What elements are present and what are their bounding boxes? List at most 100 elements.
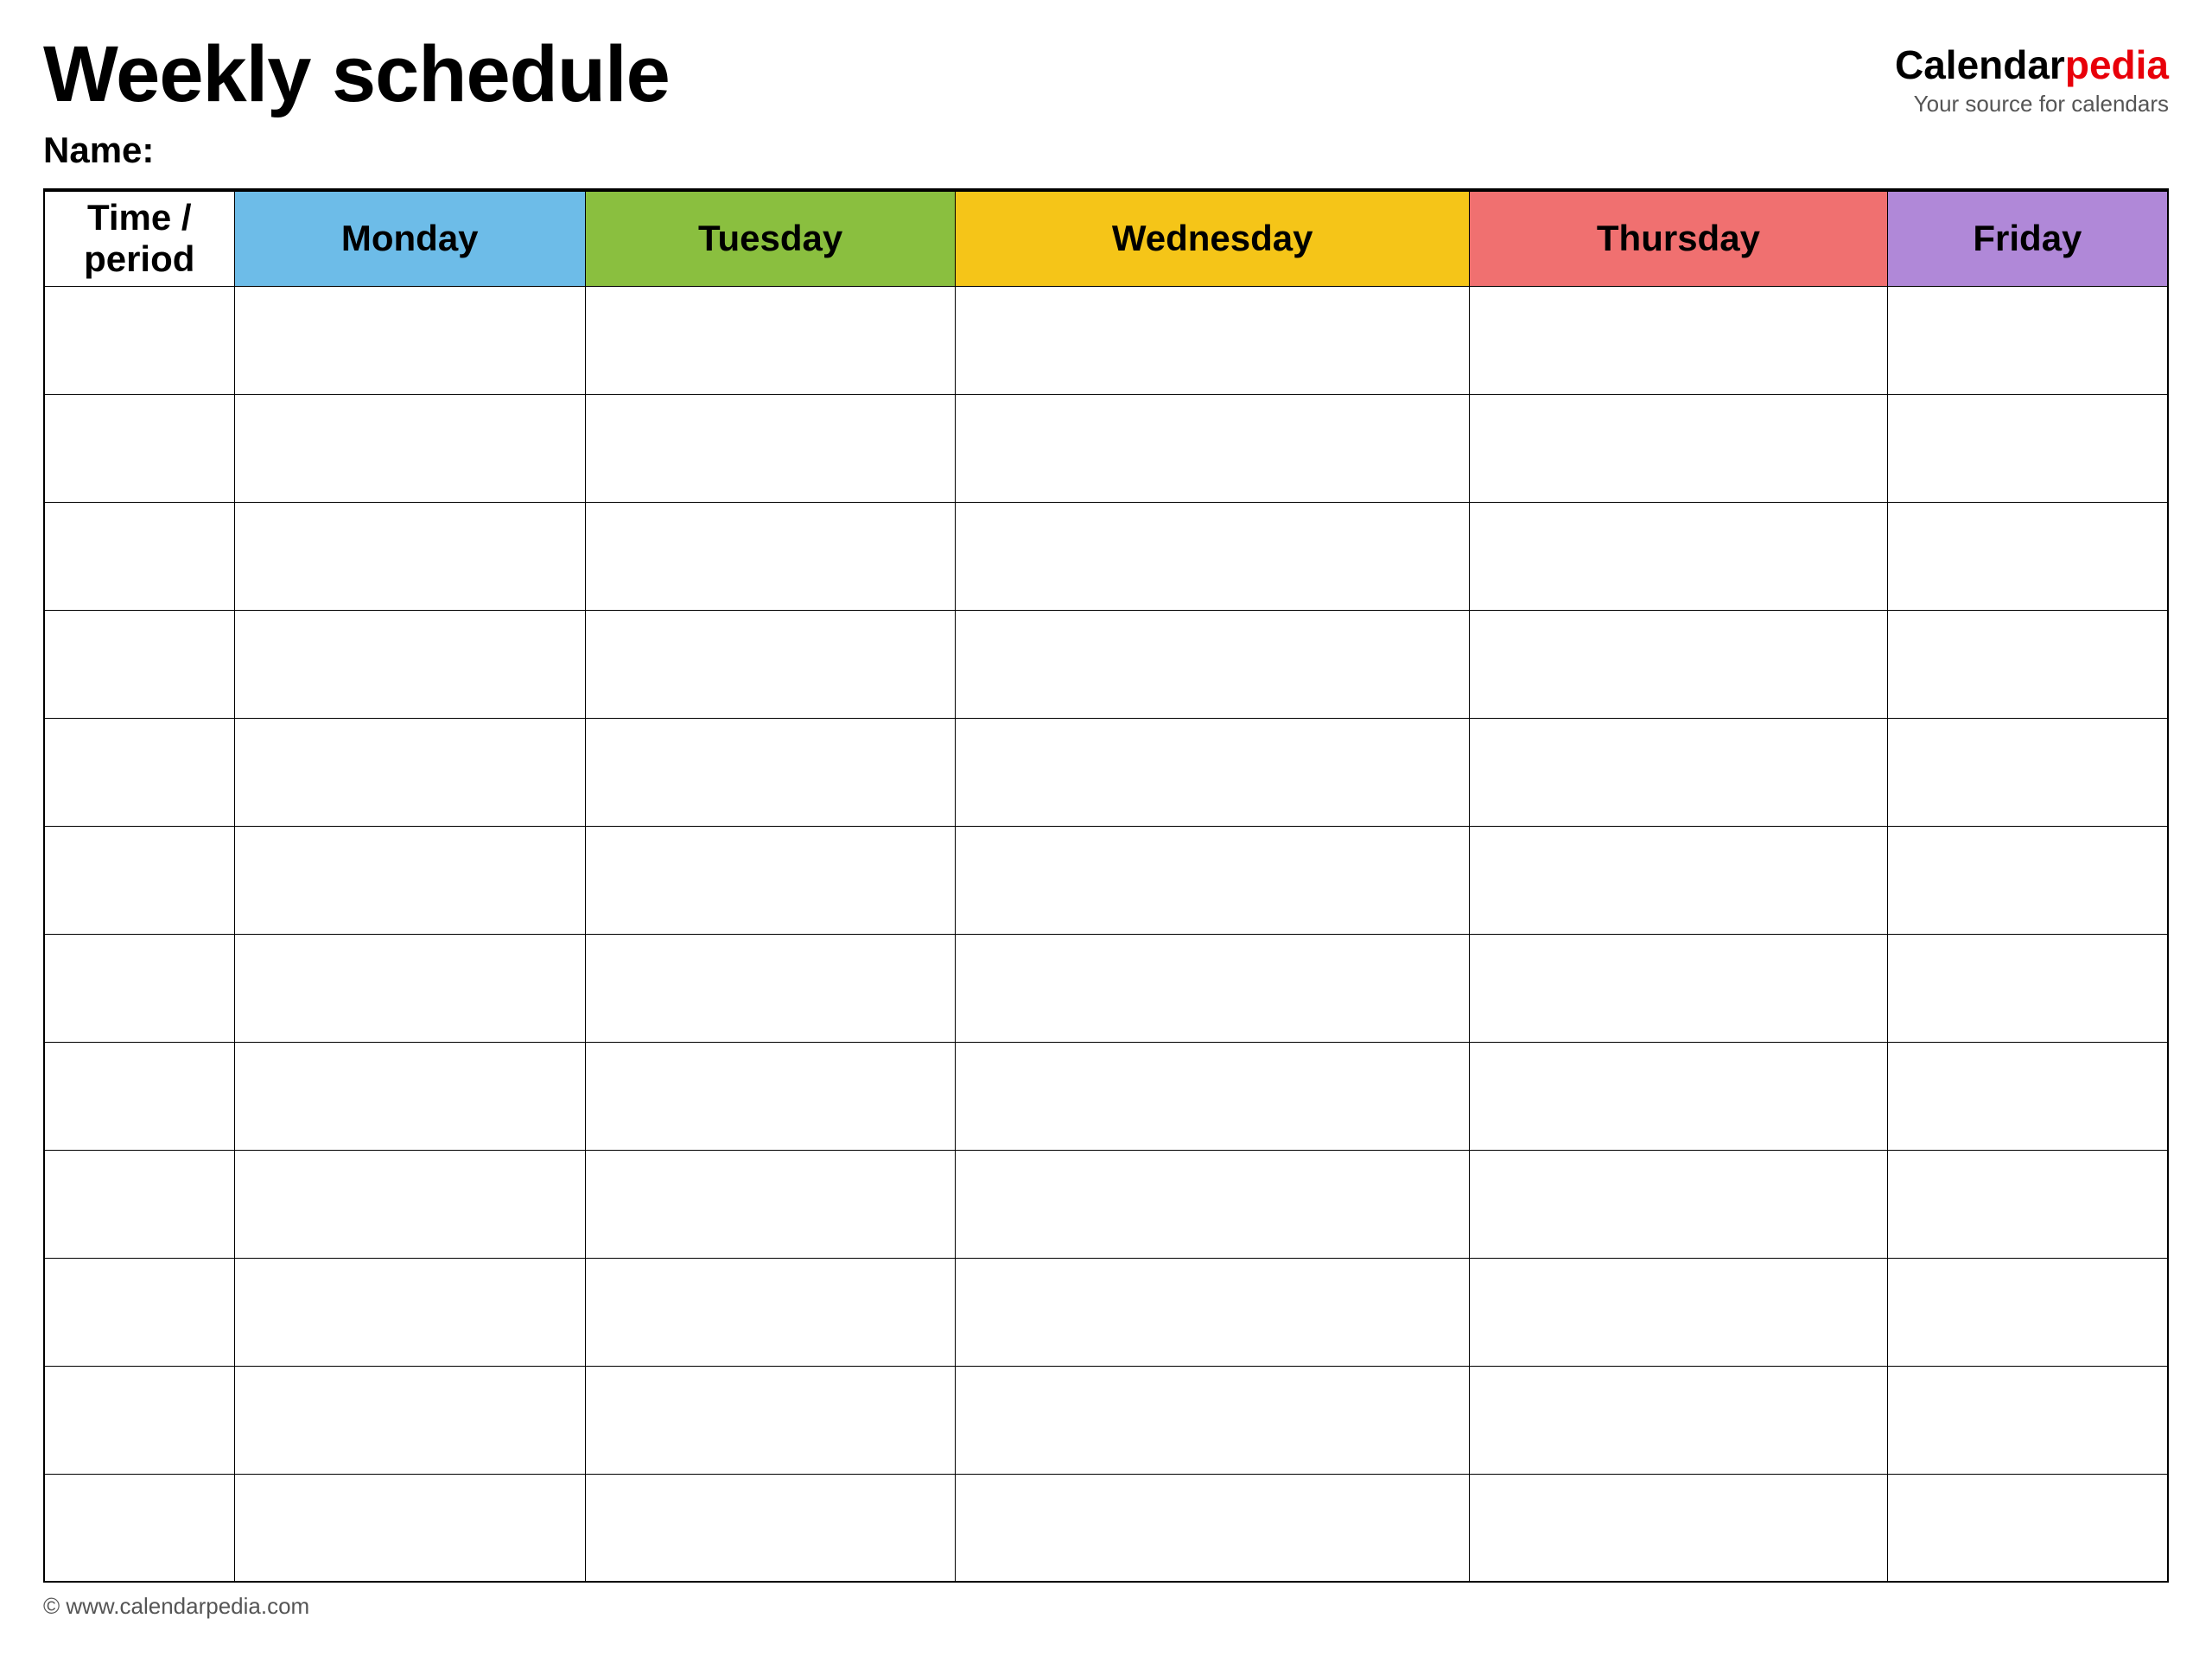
time-cell[interactable] <box>44 394 234 502</box>
schedule-cell[interactable] <box>585 934 955 1042</box>
table-row <box>44 286 2168 394</box>
time-cell[interactable] <box>44 718 234 826</box>
schedule-cell[interactable] <box>956 1258 1470 1366</box>
schedule-cell[interactable] <box>234 1366 585 1474</box>
schedule-cell[interactable] <box>1887 718 2168 826</box>
schedule-cell[interactable] <box>1887 1150 2168 1258</box>
schedule-cell[interactable] <box>1887 1366 2168 1474</box>
schedule-cell[interactable] <box>585 1366 955 1474</box>
schedule-cell[interactable] <box>1470 394 1888 502</box>
schedule-cell[interactable] <box>1887 286 2168 394</box>
schedule-cell[interactable] <box>585 394 955 502</box>
schedule-cell[interactable] <box>1887 502 2168 610</box>
schedule-cell[interactable] <box>234 1150 585 1258</box>
schedule-cell[interactable] <box>956 826 1470 934</box>
schedule-cell[interactable] <box>1887 394 2168 502</box>
schedule-cell[interactable] <box>956 1474 1470 1582</box>
schedule-cell[interactable] <box>956 1150 1470 1258</box>
schedule-cell[interactable] <box>585 610 955 718</box>
col-header-monday: Monday <box>234 191 585 286</box>
schedule-cell[interactable] <box>956 1042 1470 1150</box>
time-cell[interactable] <box>44 1366 234 1474</box>
schedule-cell[interactable] <box>234 1258 585 1366</box>
col-header-time: Time / period <box>44 191 234 286</box>
time-cell[interactable] <box>44 1258 234 1366</box>
schedule-cell[interactable] <box>1470 286 1888 394</box>
schedule-cell[interactable] <box>956 502 1470 610</box>
col-header-friday: Friday <box>1887 191 2168 286</box>
schedule-cell[interactable] <box>585 1474 955 1582</box>
schedule-cell[interactable] <box>1470 1042 1888 1150</box>
logo-tagline: Your source for calendars <box>1914 91 2169 117</box>
schedule-cell[interactable] <box>956 610 1470 718</box>
schedule-cell[interactable] <box>1470 1474 1888 1582</box>
schedule-cell[interactable] <box>1887 934 2168 1042</box>
table-header-row: Time / period Monday Tuesday Wednesday T… <box>44 191 2168 286</box>
table-row <box>44 394 2168 502</box>
time-cell[interactable] <box>44 934 234 1042</box>
schedule-cell[interactable] <box>1470 1258 1888 1366</box>
time-cell[interactable] <box>44 502 234 610</box>
schedule-cell[interactable] <box>1470 610 1888 718</box>
schedule-cell[interactable] <box>585 502 955 610</box>
time-cell[interactable] <box>44 1042 234 1150</box>
schedule-cell[interactable] <box>585 826 955 934</box>
name-label: Name: <box>43 130 670 171</box>
time-cell[interactable] <box>44 826 234 934</box>
schedule-cell[interactable] <box>234 394 585 502</box>
table-row <box>44 718 2168 826</box>
schedule-cell[interactable] <box>956 1366 1470 1474</box>
logo-calendar: Calendar <box>1895 42 2065 87</box>
page-title: Weekly schedule <box>43 35 670 114</box>
time-cell[interactable] <box>44 1150 234 1258</box>
schedule-cell[interactable] <box>956 394 1470 502</box>
schedule-body <box>44 286 2168 1582</box>
table-row <box>44 826 2168 934</box>
table-row <box>44 1150 2168 1258</box>
title-area: Weekly schedule Name: <box>43 35 670 171</box>
logo-pedia: pedia <box>2065 42 2169 87</box>
schedule-cell[interactable] <box>1887 826 2168 934</box>
schedule-cell[interactable] <box>1887 1258 2168 1366</box>
table-row <box>44 1042 2168 1150</box>
logo-area: Calendarpedia Your source for calendars <box>1895 35 2169 117</box>
table-row <box>44 502 2168 610</box>
col-header-thursday: Thursday <box>1470 191 1888 286</box>
schedule-cell[interactable] <box>956 934 1470 1042</box>
col-header-wednesday: Wednesday <box>956 191 1470 286</box>
schedule-cell[interactable] <box>234 610 585 718</box>
schedule-cell[interactable] <box>1470 718 1888 826</box>
schedule-cell[interactable] <box>1470 934 1888 1042</box>
schedule-cell[interactable] <box>956 286 1470 394</box>
col-header-tuesday: Tuesday <box>585 191 955 286</box>
schedule-cell[interactable] <box>234 826 585 934</box>
time-cell[interactable] <box>44 1474 234 1582</box>
schedule-cell[interactable] <box>234 1042 585 1150</box>
schedule-cell[interactable] <box>585 718 955 826</box>
schedule-cell[interactable] <box>234 718 585 826</box>
table-row <box>44 1258 2168 1366</box>
time-cell[interactable] <box>44 286 234 394</box>
schedule-cell[interactable] <box>1887 1474 2168 1582</box>
table-row <box>44 934 2168 1042</box>
schedule-cell[interactable] <box>956 718 1470 826</box>
schedule-cell[interactable] <box>1887 610 2168 718</box>
schedule-cell[interactable] <box>585 286 955 394</box>
schedule-cell[interactable] <box>585 1150 955 1258</box>
schedule-cell[interactable] <box>1887 1042 2168 1150</box>
time-cell[interactable] <box>44 610 234 718</box>
schedule-cell[interactable] <box>234 934 585 1042</box>
schedule-cell[interactable] <box>1470 826 1888 934</box>
schedule-cell[interactable] <box>234 286 585 394</box>
table-row <box>44 1474 2168 1582</box>
schedule-cell[interactable] <box>1470 1366 1888 1474</box>
schedule-cell[interactable] <box>585 1258 955 1366</box>
logo-text: Calendarpedia <box>1895 43 2169 87</box>
schedule-cell[interactable] <box>1470 502 1888 610</box>
schedule-table: Time / period Monday Tuesday Wednesday T… <box>43 190 2169 1583</box>
schedule-cell[interactable] <box>234 502 585 610</box>
schedule-cell[interactable] <box>234 1474 585 1582</box>
schedule-cell[interactable] <box>1470 1150 1888 1258</box>
page-header: Weekly schedule Name: Calendarpedia Your… <box>43 35 2169 171</box>
schedule-cell[interactable] <box>585 1042 955 1150</box>
